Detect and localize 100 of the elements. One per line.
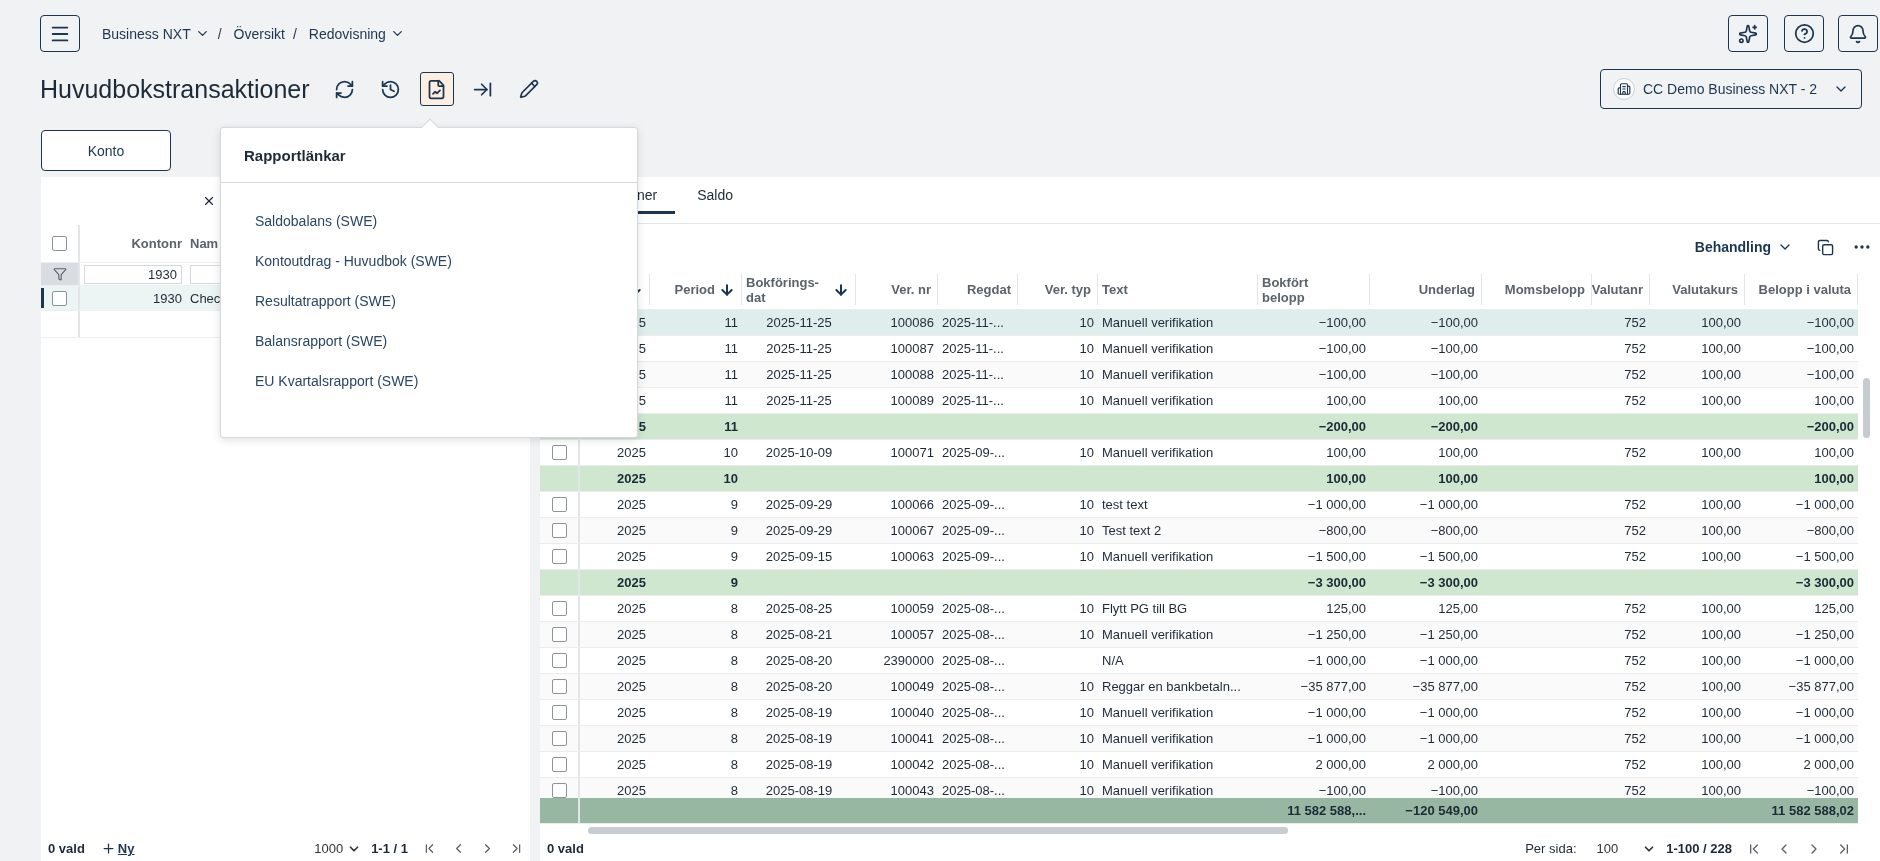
table-cell: −800,00 [1806, 523, 1854, 538]
table-cell: 8 [730, 705, 738, 720]
table-cell: Manuell verifikation [1102, 341, 1214, 356]
checkbox[interactable] [551, 627, 567, 642]
filter-field[interactable]: 1930 [84, 264, 182, 284]
table-cell: 100,00 [1701, 705, 1741, 720]
table-row[interactable]: 2025 8 2025-08-19 100043 2025-08-... 10 Manuell verifikation −100,00 −100,00 752 100,00 −100,00 [540, 778, 1858, 798]
processing-dropdown[interactable]: Behandling [1688, 238, 1799, 256]
column-header[interactable]: Underlag [1370, 274, 1482, 305]
table-cell: 2025-08-21 [765, 627, 833, 642]
table-row[interactable]: 2025 10 2025-10-09 100071 2025-09-... 10 Manuell verifikation 100,00 100,00 752 100,00 100,00 [540, 440, 1858, 466]
table-cell: 2025-08-... [942, 653, 1005, 668]
report-link[interactable]: Resultatrapport (SWE) [255, 291, 396, 312]
horizontal-scrollbar[interactable] [588, 826, 1288, 834]
checkbox[interactable] [551, 445, 567, 460]
table-cell: 100,00 [1701, 627, 1741, 642]
table-cell: 100059 [890, 601, 934, 616]
tab[interactable]: Saldo [683, 178, 752, 214]
report-link[interactable]: EU Kvartalsrapport (SWE) [255, 371, 419, 392]
breadcrumb-link[interactable]: Översikt [233, 25, 285, 42]
table-cell: 11 [724, 367, 738, 382]
table-cell: 752 [1624, 705, 1646, 720]
copy-icon[interactable] [1817, 238, 1834, 256]
menu-button[interactable] [40, 15, 80, 52]
table-row[interactable]: 2025 8 2025-08-19 100041 2025-08-... 10 Manuell verifikation −1 000,00 −1 000,00 752 100,00 −1 000,00 [540, 726, 1858, 752]
column-header[interactable]: Nam [190, 236, 219, 251]
report-button[interactable] [419, 72, 454, 106]
sparkles-icon [1738, 23, 1758, 44]
account-button[interactable]: Konto [41, 130, 171, 171]
column-header[interactable]: Bokfört belopp [1258, 274, 1370, 305]
table-cell: −100,00 [1430, 341, 1478, 356]
column-header[interactable]: Ver. nr [856, 274, 938, 305]
table-row[interactable]: 2025 8 2025-08-20 100049 2025-08-... 10 Reggar en bankbetaln... −35 877,00 −35 877,00 752 100,00 −35 877,00 [540, 674, 1858, 700]
table-cell: 752 [1624, 367, 1646, 382]
table-cell: 9 [730, 497, 738, 512]
checkbox[interactable] [551, 705, 567, 720]
filter-icon[interactable] [52, 267, 67, 281]
help-button[interactable] [1784, 15, 1824, 52]
table-cell: 2025-11-25 [766, 315, 832, 330]
table-row[interactable]: 2025 8 2025-08-25 100059 2025-08-... 10 Flytt PG till BG 125,00 125,00 752 100,00 125,00 [540, 596, 1858, 622]
close-icon[interactable] [202, 194, 216, 208]
table-cell: 2025-08-19 [765, 783, 833, 798]
report-link[interactable]: Balansrapport (SWE) [255, 331, 388, 352]
table-cell: 100,00 [1701, 445, 1741, 460]
table-row[interactable]: 2025 8 2025-08-21 100057 2025-08-... 10 Manuell verifikation −1 250,00 −1 250,00 752 100,00 −1 250,00 [540, 622, 1858, 648]
column-header[interactable]: Ver. typ [1018, 274, 1098, 305]
table-cell: −1 500,00 [1419, 549, 1478, 564]
ai-button[interactable] [1728, 15, 1768, 52]
table-cell: 125,00 [1326, 601, 1366, 616]
page-size-select[interactable]: 100 [1592, 841, 1661, 856]
table-cell: 100,00 [1701, 393, 1741, 408]
new-link[interactable]: Ny [100, 841, 135, 856]
column-header[interactable]: Period [650, 274, 742, 305]
table-row[interactable]: 2025 9 2025-09-29 100066 2025-09-... 10 test text −1 000,00 −1 000,00 752 100,00 −1 000,00 [540, 492, 1858, 518]
checkbox[interactable] [551, 757, 567, 772]
company-selector[interactable]: CC Demo Business NXT - 2 [1600, 69, 1862, 109]
table-row[interactable]: 2025 8 2025-08-19 100040 2025-08-... 10 Manuell verifikation −1 000,00 −1 000,00 752 100,00 −1 000,00 [540, 700, 1858, 726]
table-cell: −800,00 [1430, 523, 1478, 538]
table-row[interactable]: 2025 8 2025-08-19 100042 2025-08-... 10 Manuell verifikation 2 000,00 2 000,00 752 100,00 2 000,00 [540, 752, 1858, 778]
subtotal-cell: 9 [730, 575, 738, 590]
checkbox[interactable] [551, 601, 567, 616]
column-header[interactable]: Belopp i valuta [1745, 274, 1858, 305]
table-row[interactable]: 2025 8 2025-08-20 2390000 2025-08-... N/A −1 000,00 −1 000,00 752 100,00 −1 000,00 [540, 648, 1858, 674]
table-row[interactable]: 2025 9 2025-09-15 100063 2025-09-... 10 Manuell verifikation −1 500,00 −1 500,00 752 100,00 −1 500,00 [540, 544, 1858, 570]
breadcrumb-link[interactable]: Business NXT [102, 25, 210, 42]
subtotal-cell: 2025 [617, 575, 646, 590]
table-cell: Flytt PG till BG [1102, 601, 1188, 616]
checkbox[interactable] [551, 523, 567, 538]
subtotal-cell: 5 [638, 419, 646, 434]
column-header[interactable]: Momsbelopp [1482, 274, 1592, 305]
checkbox[interactable] [52, 290, 67, 306]
table-cell: 2025-08-19 [765, 705, 833, 720]
checkbox[interactable] [551, 497, 567, 512]
column-header[interactable]: Valutakurs [1650, 274, 1745, 305]
table-cell: 100071 [890, 445, 934, 460]
history-icon [380, 78, 402, 100]
column-header[interactable]: Text [1098, 274, 1258, 305]
notifications-button[interactable] [1838, 15, 1878, 52]
column-header[interactable]: Valutanr [1592, 274, 1650, 305]
checkbox[interactable] [551, 731, 567, 746]
checkbox[interactable] [52, 236, 67, 251]
column-header[interactable]: Regdat [938, 274, 1018, 305]
table-row[interactable]: 2025 9 2025-09-29 100067 2025-09-... 10 Test text 2 −800,00 −800,00 752 100,00 −800,00 [540, 518, 1858, 544]
table-cell: −100,00 [1806, 341, 1854, 356]
table-cell: 10 [1079, 679, 1094, 694]
table-cell: 2025 [617, 705, 646, 720]
column-header[interactable]: Bokförings-dat [742, 274, 856, 305]
checkbox[interactable] [551, 653, 567, 668]
table-cell: 752 [1624, 679, 1646, 694]
page-size-select[interactable]: 1000 [310, 841, 366, 856]
table-cell: 752 [1624, 731, 1646, 746]
column-header[interactable]: Kontonr [131, 236, 182, 251]
breadcrumb-link[interactable]: Redovisning [308, 25, 405, 42]
checkbox[interactable] [551, 549, 567, 564]
checkbox[interactable] [551, 679, 567, 694]
report-link[interactable]: Saldobalans (SWE) [255, 211, 378, 232]
checkbox[interactable] [551, 783, 567, 798]
vertical-scrollbar[interactable] [1862, 378, 1870, 438]
report-link[interactable]: Kontoutdrag - Huvudbok (SWE) [255, 251, 452, 272]
table-cell: 2025 [617, 783, 646, 798]
